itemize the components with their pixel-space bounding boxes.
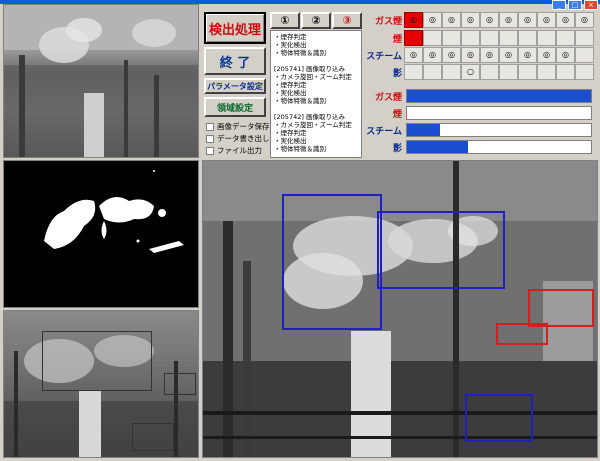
parameter-settings-button[interactable]: パラメータ設定 xyxy=(204,78,266,94)
grid-cell[interactable] xyxy=(575,64,594,80)
grid-row-label: ガス煙 xyxy=(374,17,402,27)
roi-box-blue-1[interactable] xyxy=(282,194,382,330)
grid-cell[interactable] xyxy=(461,30,480,46)
grid-cell[interactable] xyxy=(537,64,556,80)
camera-view-top xyxy=(3,4,199,158)
minimize-button[interactable]: _ xyxy=(552,0,566,10)
camera-scene-image xyxy=(4,5,198,157)
grid-cell[interactable] xyxy=(575,47,594,63)
grid-cell[interactable] xyxy=(556,30,575,46)
process-log: ・煙存判定 ・実化検出 ・物体特徴＆識別 [205741] 画像取り込み ・カメ… xyxy=(270,30,362,158)
checkbox-file-output[interactable]: ファイル出力 xyxy=(206,145,262,156)
level-bar-row: 影 xyxy=(364,140,596,155)
close-button[interactable]: × xyxy=(584,0,598,10)
grid-row-label: 煙 xyxy=(392,35,402,45)
grid-cell[interactable] xyxy=(575,30,594,46)
grid-cell[interactable] xyxy=(537,30,556,46)
level-bar-label: スチーム xyxy=(366,127,402,137)
grid-cell[interactable]: ◎ xyxy=(499,47,518,63)
grid-cell[interactable]: ◎ xyxy=(423,47,442,63)
grid-cell[interactable]: ◎ xyxy=(556,12,575,28)
grid-cell[interactable]: ◎ xyxy=(404,12,423,28)
level-bar-fill xyxy=(407,90,591,102)
level-bar-track xyxy=(406,123,592,137)
level-bar-label: 影 xyxy=(392,144,402,154)
grid-cell[interactable] xyxy=(480,30,499,46)
level-bar-fill xyxy=(407,141,468,153)
end-button[interactable]: 終 了 xyxy=(204,47,266,75)
roi-box-blue-2[interactable] xyxy=(377,211,505,289)
grid-cell[interactable]: ◎ xyxy=(404,47,423,63)
tab-3[interactable]: ③ xyxy=(332,12,362,29)
grid-cell[interactable] xyxy=(423,64,442,80)
grid-cell[interactable]: ◎ xyxy=(480,47,499,63)
grid-cell[interactable] xyxy=(499,64,518,80)
camera-view-main xyxy=(202,160,598,458)
checkbox-save-image[interactable]: 画像データ保存 xyxy=(206,121,270,132)
grid-cell[interactable]: ◎ xyxy=(442,12,461,28)
grid-cell[interactable] xyxy=(518,64,537,80)
level-bar-fill xyxy=(407,124,441,136)
grid-cell[interactable] xyxy=(518,30,537,46)
checkbox-label: 画像データ保存 xyxy=(217,122,270,131)
checkbox-write-data[interactable]: データ書き出し xyxy=(206,133,270,144)
smoke-mask-image xyxy=(44,170,184,253)
window-controls: _ □ × xyxy=(552,0,598,10)
grid-cell[interactable] xyxy=(480,64,499,80)
checkbox-label: ファイル出力 xyxy=(217,146,262,155)
checkbox-box[interactable] xyxy=(206,134,214,143)
checkbox-label: データ書き出し xyxy=(217,134,270,143)
grid-cell[interactable]: ◎ xyxy=(461,47,480,63)
level-bar-track xyxy=(406,140,592,154)
grid-cell[interactable]: ◎ xyxy=(480,12,499,28)
grid-cell[interactable] xyxy=(556,64,575,80)
maximize-button[interactable]: □ xyxy=(568,0,582,10)
overview-roi-box xyxy=(132,423,174,451)
level-bar-row: ガス煙 xyxy=(364,89,596,104)
tab-2[interactable]: ② xyxy=(301,12,331,29)
level-bar-label: ガス煙 xyxy=(374,93,402,103)
checkbox-box[interactable] xyxy=(206,122,214,131)
level-bar-label: 煙 xyxy=(392,110,402,120)
grid-cell[interactable]: ◎ xyxy=(575,12,594,28)
grid-cell[interactable]: ◎ xyxy=(537,47,556,63)
roi-box-red-1[interactable] xyxy=(528,289,594,327)
grid-cell[interactable] xyxy=(404,30,423,46)
grid-row-label: スチーム xyxy=(366,52,402,62)
overview-roi-box xyxy=(164,373,196,395)
grid-cell[interactable]: ◎ xyxy=(423,12,442,28)
tab-1[interactable]: ① xyxy=(270,12,300,29)
grid-cell[interactable]: ◎ xyxy=(442,47,461,63)
grid-cell[interactable]: ◎ xyxy=(518,47,537,63)
overview-roi-box xyxy=(42,331,152,391)
roi-box-blue-3[interactable] xyxy=(465,394,533,442)
level-bar-track xyxy=(406,89,592,103)
grid-row-label: 影 xyxy=(392,69,402,79)
grid-cell[interactable]: ◎ xyxy=(537,12,556,28)
region-settings-button[interactable]: 領域設定 xyxy=(204,97,266,117)
level-bar-row: スチーム xyxy=(364,123,596,138)
camera-view-overview xyxy=(3,310,199,458)
grid-cell[interactable] xyxy=(404,64,423,80)
level-bar-track xyxy=(406,106,592,120)
grid-cell[interactable] xyxy=(499,30,518,46)
grid-cell[interactable]: ◎ xyxy=(461,12,480,28)
grid-cell[interactable] xyxy=(423,30,442,46)
level-bar-row: 煙 xyxy=(364,106,596,121)
grid-cell[interactable]: ◎ xyxy=(518,12,537,28)
grid-cell[interactable] xyxy=(442,30,461,46)
detect-button[interactable]: 検出処理 xyxy=(204,12,266,44)
grid-cell[interactable]: ◎ xyxy=(556,47,575,63)
binary-mask-view xyxy=(3,160,199,308)
grid-cell[interactable] xyxy=(442,64,461,80)
checkbox-box[interactable] xyxy=(206,146,214,155)
grid-cell[interactable]: ○ xyxy=(461,64,480,80)
roi-box-red-2[interactable] xyxy=(496,323,548,345)
grid-cell[interactable]: ◎ xyxy=(499,12,518,28)
